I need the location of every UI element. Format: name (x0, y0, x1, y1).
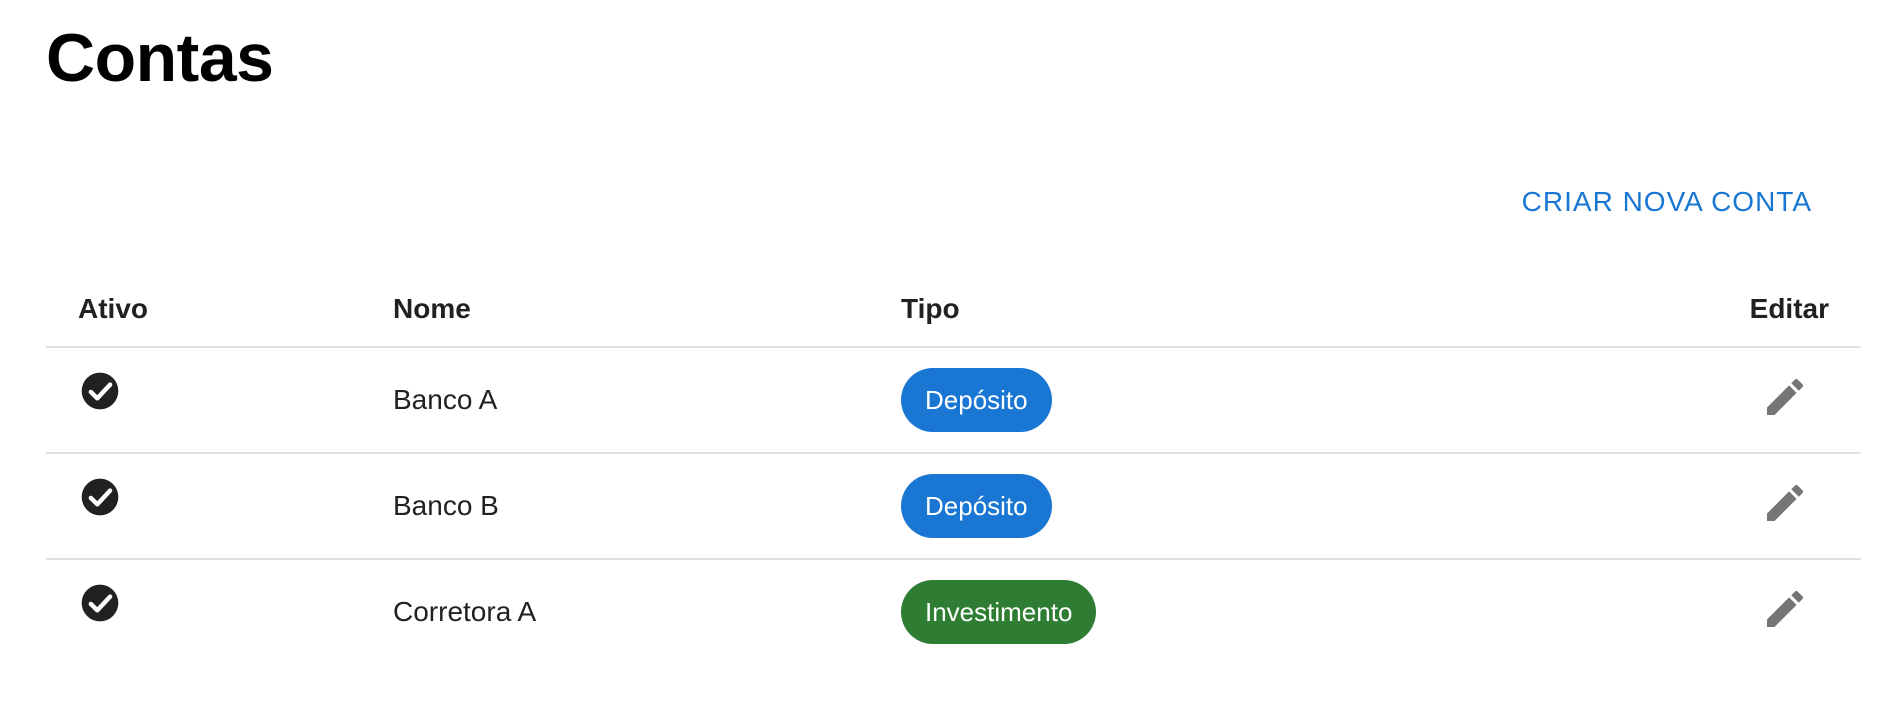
accounts-table: Ativo Nome Tipo Editar Banco A Depósito (46, 272, 1861, 664)
table-header-row: Ativo Nome Tipo Editar (46, 272, 1861, 348)
column-header-active[interactable]: Ativo (46, 272, 393, 348)
create-account-button[interactable]: CRIAR NOVA CONTA (1522, 186, 1812, 218)
pencil-icon (1767, 590, 1804, 627)
table-row: Banco A Depósito (46, 347, 1861, 454)
edit-button[interactable] (1761, 479, 1809, 527)
edit-button[interactable] (1761, 373, 1809, 421)
type-chip: Investimento (901, 580, 1097, 644)
column-header-edit: Editar (1709, 272, 1861, 348)
type-cell: Depósito (901, 453, 1709, 560)
column-header-type[interactable]: Tipo (901, 272, 1709, 348)
edit-button[interactable] (1761, 585, 1809, 633)
page-title: Contas (46, 20, 274, 96)
account-name: Banco B (393, 453, 901, 560)
active-cell (46, 453, 393, 560)
table-row: Banco B Depósito (46, 453, 1861, 560)
account-name: Banco A (393, 347, 901, 454)
type-chip: Depósito (901, 474, 1052, 538)
pencil-icon (1767, 484, 1804, 521)
edit-cell (1709, 347, 1861, 454)
table-row: Corretora A Investimento (46, 559, 1861, 664)
account-name: Corretora A (393, 596, 537, 627)
column-header-name[interactable]: Nome (393, 272, 901, 348)
pencil-icon (1767, 378, 1804, 415)
type-cell: Depósito (901, 347, 1709, 454)
edit-cell (1709, 453, 1861, 560)
edit-cell (1709, 559, 1861, 664)
type-cell: Investimento (901, 559, 1709, 664)
check-circle-icon (81, 372, 119, 409)
type-chip: Depósito (901, 368, 1052, 432)
active-cell (46, 347, 393, 454)
check-circle-icon (81, 478, 119, 515)
check-circle-icon (81, 584, 119, 621)
active-cell (46, 559, 393, 664)
